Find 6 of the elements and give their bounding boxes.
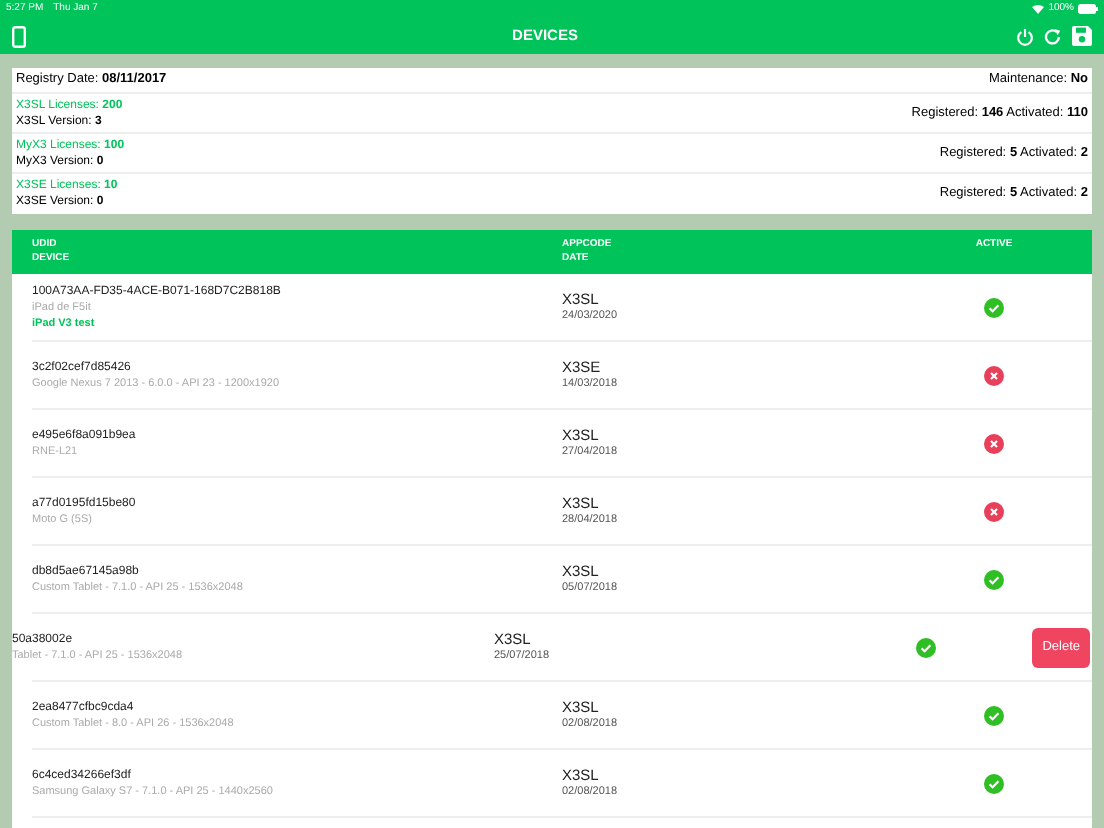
refresh-icon[interactable] [1044, 27, 1062, 45]
wifi-icon [1032, 4, 1045, 14]
save-icon[interactable] [1072, 26, 1092, 46]
battery-icon [1078, 4, 1098, 14]
power-icon[interactable] [1016, 27, 1034, 45]
phone-icon[interactable] [12, 25, 26, 47]
